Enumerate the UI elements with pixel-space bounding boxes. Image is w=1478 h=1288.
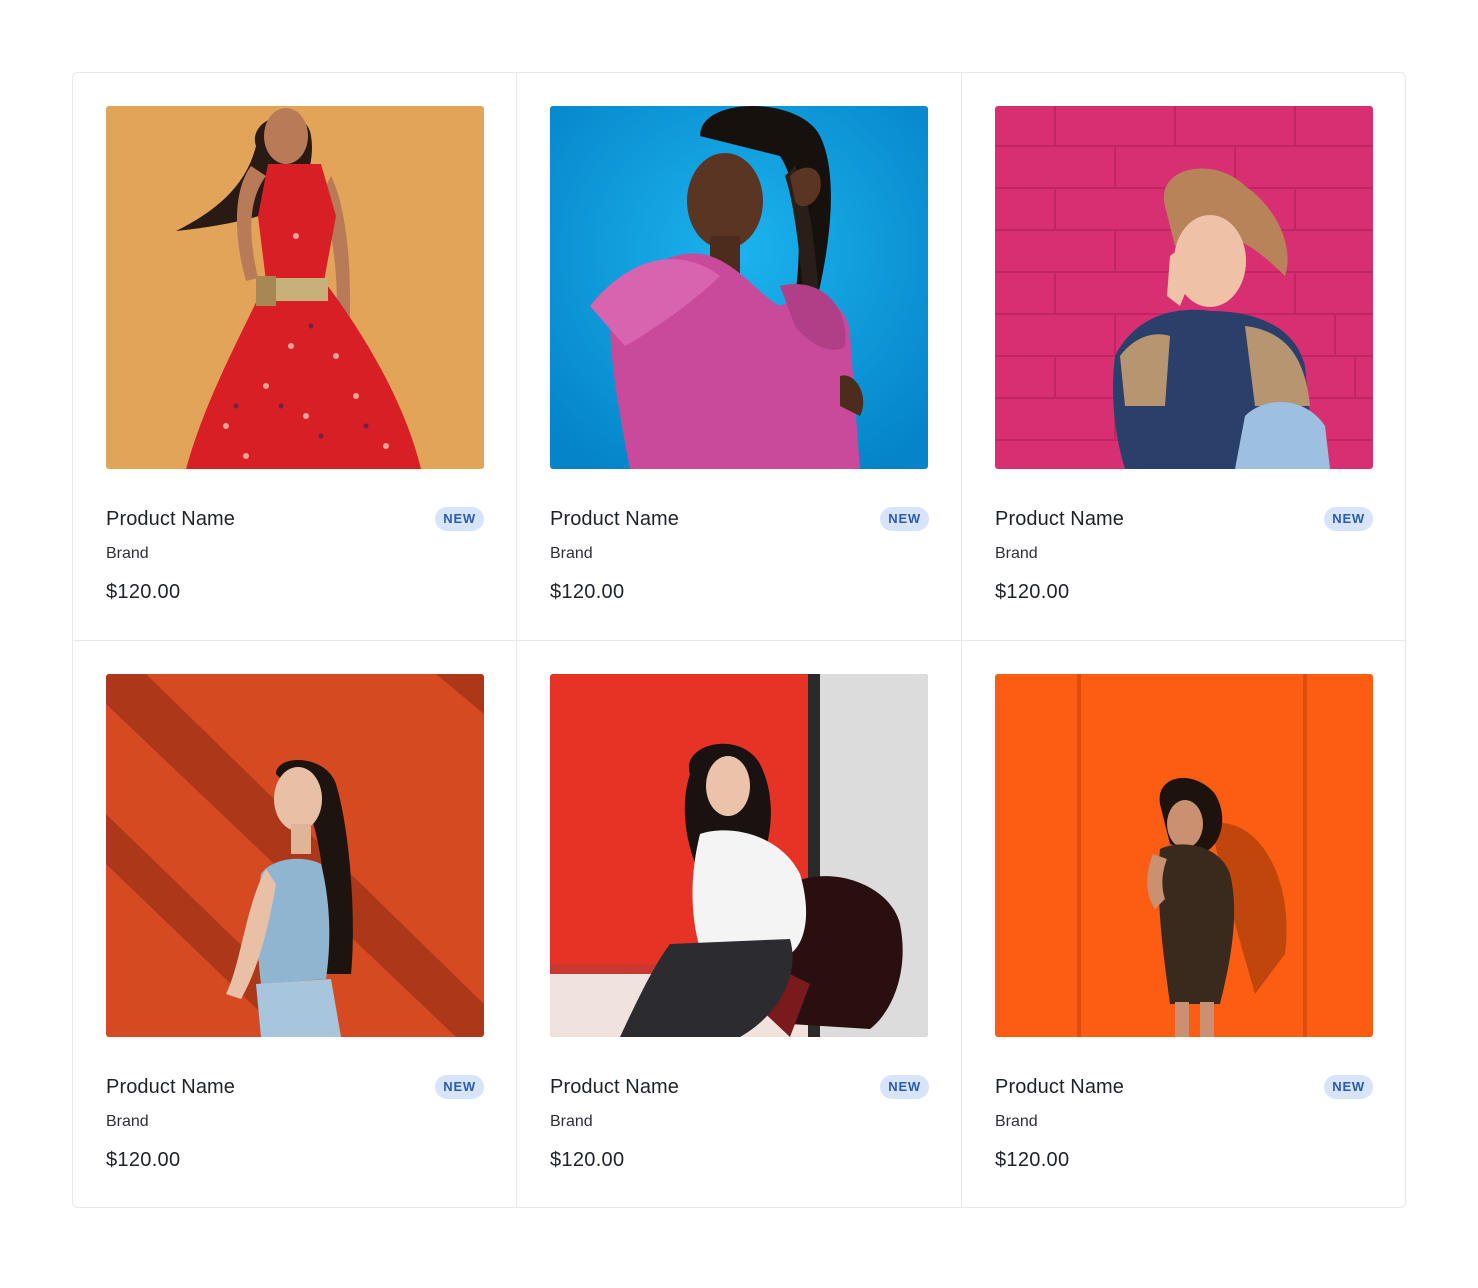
product-brand: Brand: [106, 1113, 149, 1130]
product-image[interactable]: [550, 674, 928, 1037]
new-badge: NEW: [435, 1075, 484, 1099]
product-image[interactable]: [995, 674, 1373, 1037]
product-brand: Brand: [550, 1113, 593, 1130]
product-image[interactable]: [106, 674, 484, 1037]
new-badge: NEW: [880, 1075, 929, 1099]
new-badge: NEW: [1324, 507, 1373, 531]
new-badge: NEW: [1324, 1075, 1373, 1099]
product-brand: Brand: [106, 545, 149, 562]
product-image[interactable]: [995, 106, 1373, 469]
product-brand: Brand: [550, 545, 593, 562]
product-name[interactable]: Product Name: [995, 508, 1124, 531]
new-badge: NEW: [435, 507, 484, 531]
new-badge: NEW: [880, 507, 929, 531]
product-price: $120.00: [995, 1149, 1070, 1171]
product-name[interactable]: Product Name: [550, 508, 679, 531]
product-image[interactable]: [550, 106, 928, 469]
product-card[interactable]: Product Name NEW Brand $120.00: [517, 641, 962, 1207]
product-name[interactable]: Product Name: [106, 508, 235, 531]
product-price: $120.00: [106, 581, 181, 603]
product-card[interactable]: Product Name NEW Brand $120.00: [73, 641, 517, 1207]
product-price: $120.00: [995, 581, 1070, 603]
product-name[interactable]: Product Name: [995, 1076, 1124, 1099]
product-image[interactable]: [106, 106, 484, 469]
product-price: $120.00: [550, 1149, 625, 1171]
product-card[interactable]: Product Name NEW Brand $120.00: [962, 73, 1405, 641]
product-brand: Brand: [995, 545, 1038, 562]
product-card[interactable]: Product Name NEW Brand $120.00: [962, 641, 1405, 1207]
product-price: $120.00: [550, 581, 625, 603]
product-name[interactable]: Product Name: [550, 1076, 679, 1099]
product-name[interactable]: Product Name: [106, 1076, 235, 1099]
product-card[interactable]: Product Name NEW Brand $120.00: [73, 73, 517, 641]
product-grid: Product Name NEW Brand $120.00 Product N…: [72, 72, 1406, 1208]
product-card[interactable]: Product Name NEW Brand $120.00: [517, 73, 962, 641]
product-brand: Brand: [995, 1113, 1038, 1130]
product-price: $120.00: [106, 1149, 181, 1171]
